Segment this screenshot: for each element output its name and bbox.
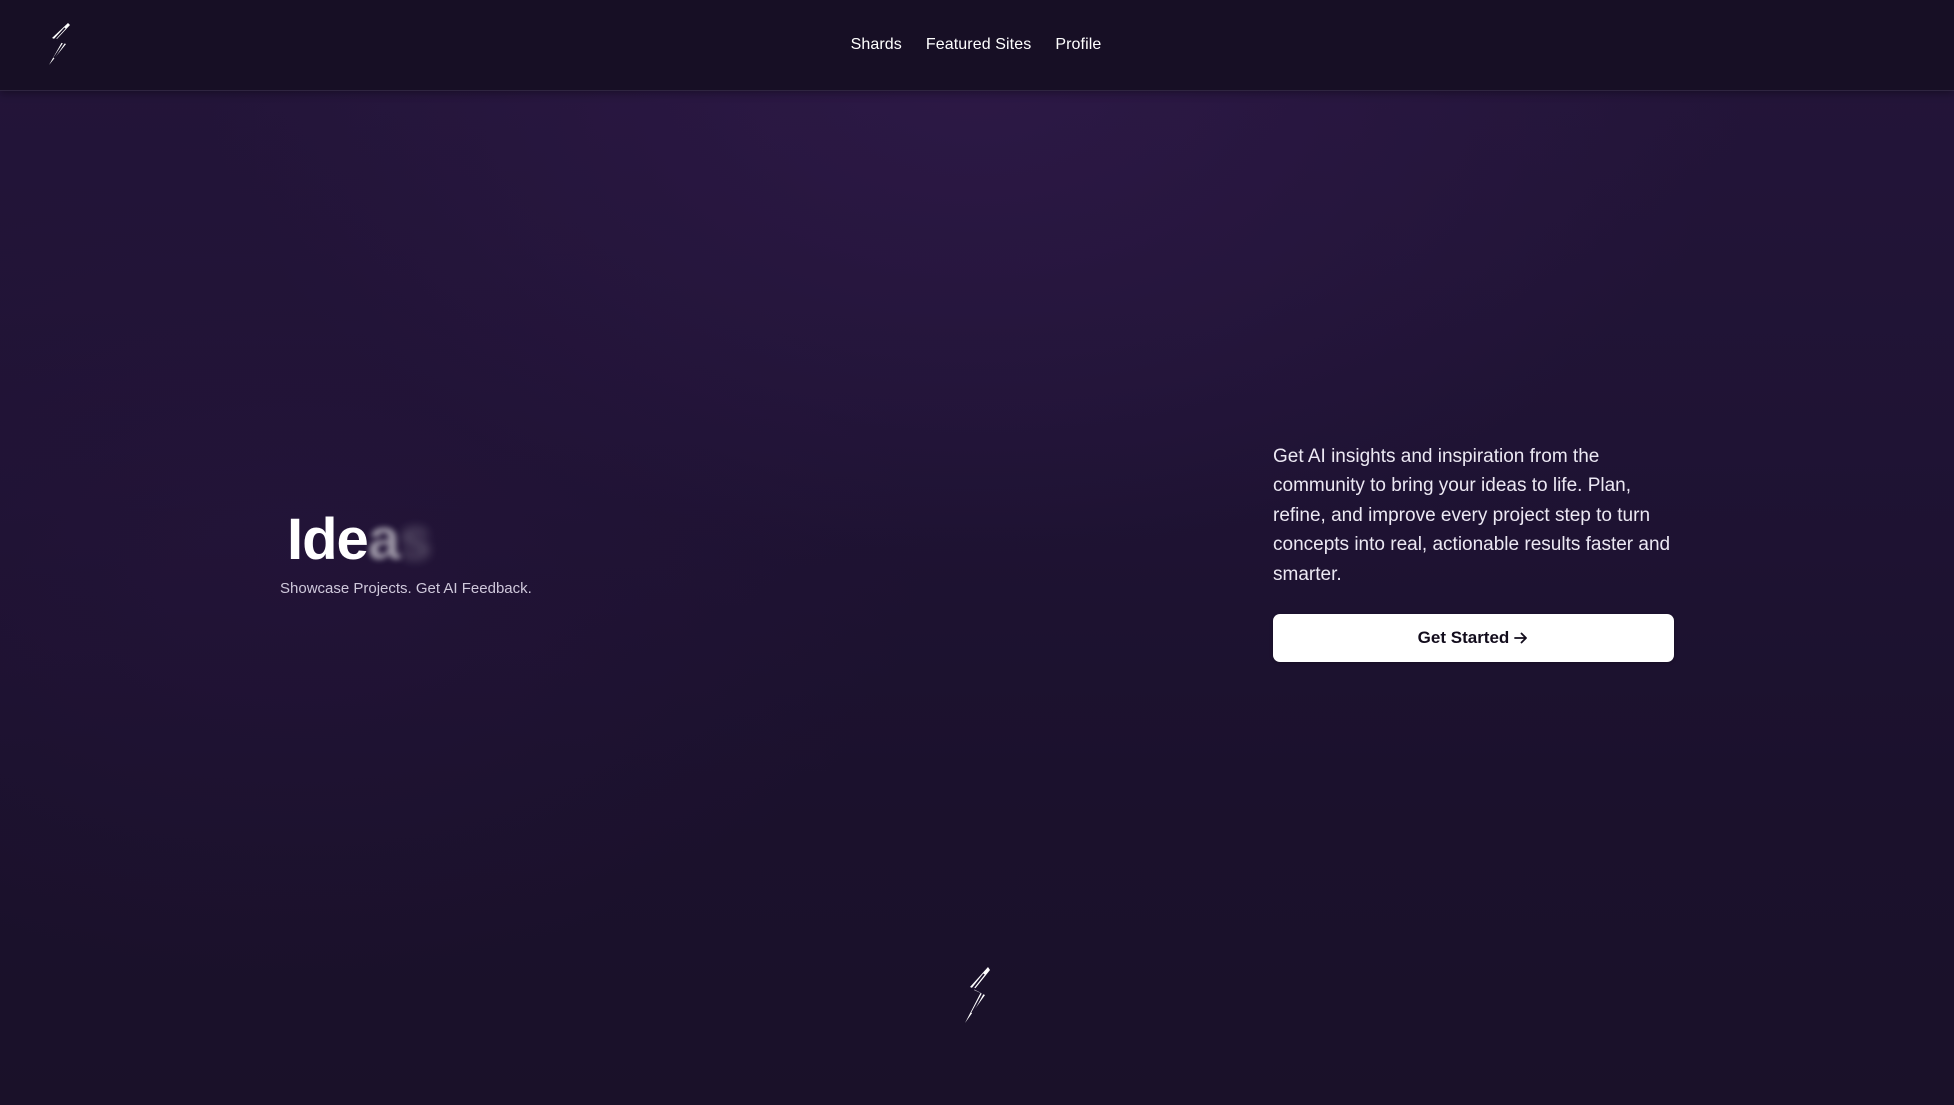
hero-description: Get AI insights and inspiration from the… xyxy=(1273,446,1671,585)
main-nav: Shards Featured Sites Profile xyxy=(0,0,1954,90)
nav-link-featured-sites[interactable]: Featured Sites xyxy=(926,36,1031,54)
nav-link-shards[interactable]: Shards xyxy=(851,36,902,54)
home-logo-link[interactable] xyxy=(46,22,72,66)
top-navbar: Shards Featured Sites Profile xyxy=(0,0,1954,91)
nav-links: Shards Featured Sites Profile xyxy=(851,36,1102,54)
get-started-label: Get Started xyxy=(1417,628,1510,647)
hero-word-fading-letter-2: s xyxy=(399,507,431,572)
lightning-s-logo-icon xyxy=(963,966,991,1024)
hero-word-solid: Ide xyxy=(287,507,369,572)
nav-link-profile[interactable]: Profile xyxy=(1055,36,1101,54)
animated-hero-word: Ideas xyxy=(287,500,431,580)
footer-logo xyxy=(963,966,991,1024)
lightning-s-logo-icon xyxy=(46,22,72,66)
hero-word-fading-letter: a xyxy=(367,507,400,572)
hero-tagline: Showcase Projects. Get AI Feedback. xyxy=(280,580,532,597)
arrow-right-icon xyxy=(1513,630,1529,646)
get-started-button[interactable]: Get Started xyxy=(1273,614,1674,662)
